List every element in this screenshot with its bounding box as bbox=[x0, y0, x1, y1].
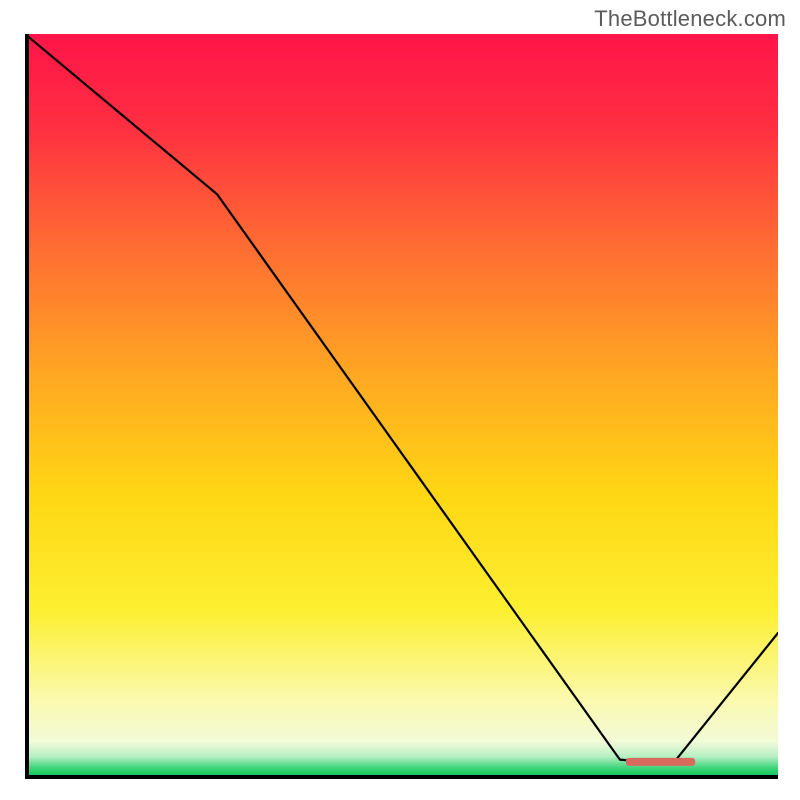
min-region-marker bbox=[626, 758, 695, 766]
watermark-text: TheBottleneck.com bbox=[594, 6, 786, 32]
curve-layer bbox=[25, 34, 778, 779]
y-axis bbox=[25, 34, 29, 779]
x-axis bbox=[25, 775, 778, 779]
data-curve bbox=[25, 34, 778, 764]
chart-container: TheBottleneck.com bbox=[0, 0, 800, 800]
plot-area bbox=[25, 34, 778, 779]
